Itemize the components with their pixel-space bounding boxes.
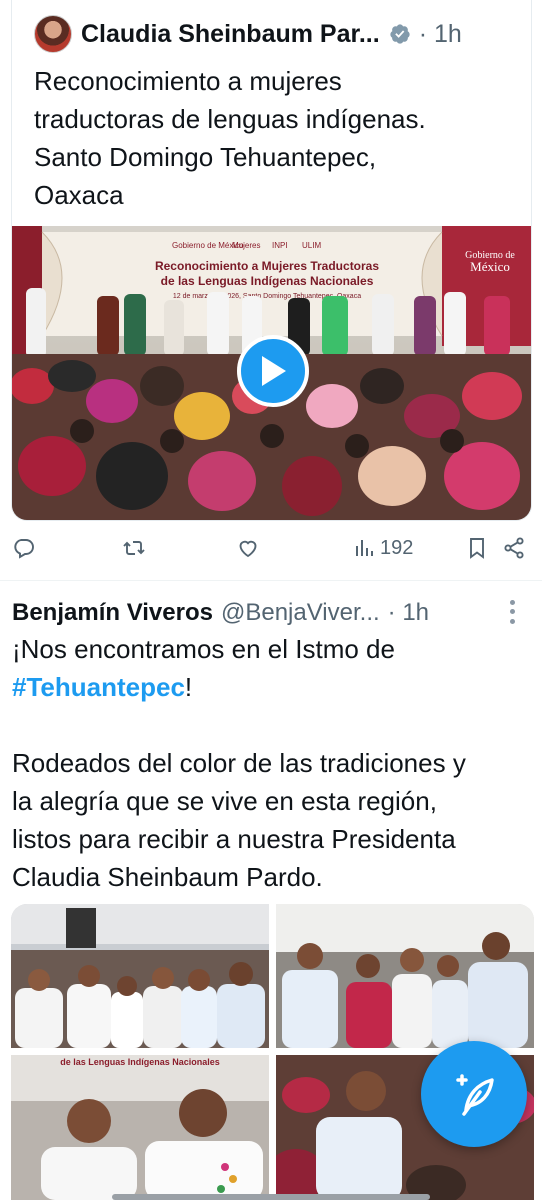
- banner-title: de las Lenguas Indígenas Nacionales: [161, 274, 374, 288]
- text-line: Claudia Sheinbaum Pardo.: [12, 862, 323, 892]
- hashtag-link[interactable]: #Tehuantepec: [12, 672, 185, 702]
- photo-2[interactable]: [276, 904, 534, 1048]
- bookmark-button[interactable]: [465, 536, 489, 560]
- photo-3[interactable]: de las Lenguas Indígenas Nacionales: [11, 1055, 269, 1200]
- text-line: traductoras de lenguas indígenas.: [34, 104, 426, 134]
- text-line: Oaxaca: [34, 180, 124, 210]
- group-photo: de las Lenguas Indígenas Nacionales: [11, 1055, 269, 1200]
- views-icon: [356, 540, 373, 556]
- retweet-button[interactable]: [122, 536, 146, 560]
- tweet-time: · 1h: [418, 19, 462, 48]
- text-line: Santo Domingo Tehuantepec,: [34, 142, 377, 172]
- text-line: ¡Nos encontramos en el Istmo de: [12, 634, 395, 664]
- share-icon: [504, 537, 524, 559]
- banner-logo: Mujeres: [232, 241, 260, 250]
- home-indicator: [112, 1194, 430, 1200]
- views-count: 192: [380, 536, 414, 559]
- text-line: listos para recibir a nuestra Presidenta: [12, 824, 456, 854]
- banner-logo: INPI: [272, 241, 288, 250]
- compose-icon: [456, 1074, 494, 1116]
- more-icon[interactable]: [500, 598, 524, 626]
- quoted-tweet-card[interactable]: Claudia Sheinbaum Par... · 1h Reconocimi…: [11, 0, 532, 521]
- quoted-tweet-text: Reconocimiento a mujeres traductoras de …: [34, 62, 511, 214]
- author-handle[interactable]: @BenjaViver...: [221, 599, 380, 627]
- author-name[interactable]: Benjamín Viveros: [12, 599, 213, 627]
- verified-icon: [390, 24, 410, 44]
- text-line: #Tehuantepec!: [12, 668, 528, 706]
- like-button[interactable]: [236, 536, 260, 560]
- author-avatar[interactable]: [34, 15, 72, 53]
- tweet-text: ¡Nos encontramos en el Istmo de #Tehuant…: [12, 630, 528, 896]
- reply-button[interactable]: [12, 536, 36, 560]
- group-photo: [11, 904, 269, 1048]
- bookmark-icon: [470, 538, 484, 559]
- tweet-action-bar: 192: [0, 532, 542, 568]
- play-icon: [262, 356, 286, 386]
- retweet-icon: [123, 541, 145, 555]
- tweet-header: Benjamín Viveros @BenjaViver... · 1h: [12, 596, 534, 630]
- like-icon: [239, 540, 257, 558]
- hashtag-suffix: !: [184, 672, 193, 702]
- author-name[interactable]: Claudia Sheinbaum Par...: [81, 20, 380, 49]
- banner-logo: ULIM: [302, 241, 321, 250]
- photo-banner-text: de las Lenguas Indígenas Nacionales: [60, 1057, 220, 1067]
- tweet-divider: [0, 580, 542, 581]
- reply-icon: [14, 539, 34, 559]
- compose-button[interactable]: [421, 1041, 527, 1147]
- text-line: la alegría que se vive en esta región,: [12, 786, 437, 816]
- group-photo: [276, 904, 534, 1048]
- text-line: Rodeados del color de las tradiciones y: [12, 748, 466, 778]
- quoted-tweet-header: Claudia Sheinbaum Par... · 1h: [34, 14, 531, 54]
- photo-1[interactable]: [11, 904, 269, 1048]
- tweet-time: · 1h: [387, 599, 430, 626]
- video-thumbnail[interactable]: Gobierno de México Mujeres INPI ULIM Rec…: [12, 226, 531, 520]
- share-button[interactable]: [502, 536, 526, 560]
- text-line: Reconocimiento a mujeres: [34, 66, 342, 96]
- gov-logo-text: México: [470, 259, 510, 274]
- banner-title: Reconocimiento a Mujeres Traductoras: [155, 259, 379, 273]
- play-button[interactable]: [237, 335, 309, 407]
- views-button[interactable]: 192: [352, 536, 413, 560]
